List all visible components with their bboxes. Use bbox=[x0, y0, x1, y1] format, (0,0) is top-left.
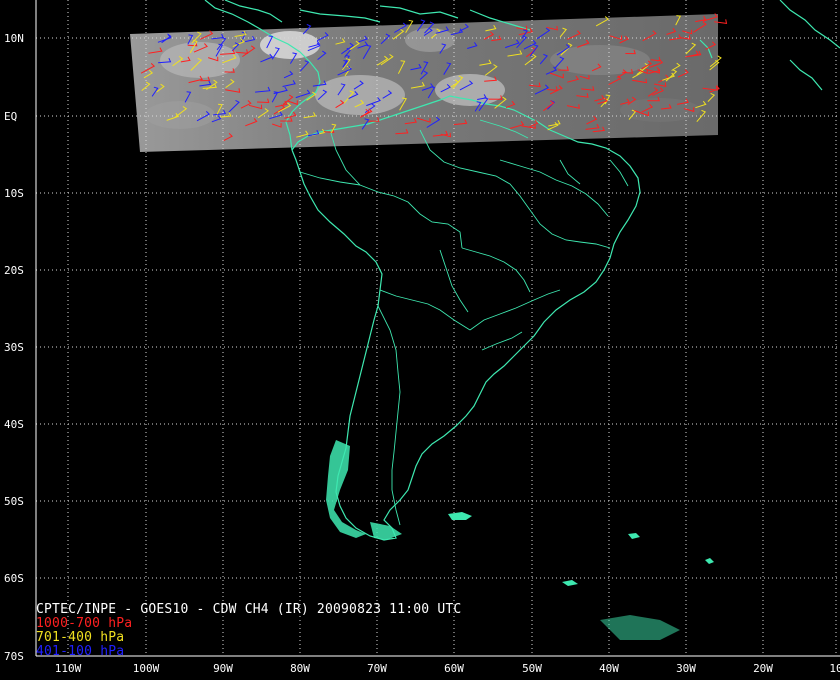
legend-level-low: 1000-700 hPa bbox=[36, 616, 133, 631]
latitude-label: 10S bbox=[4, 187, 24, 200]
legend-level-mid: 701-400 hPa bbox=[36, 630, 125, 645]
longitude-label: 110W bbox=[55, 662, 82, 675]
latitude-label: EQ bbox=[4, 110, 17, 123]
ir-satellite-strip bbox=[130, 14, 718, 152]
legend-title: CPTEC/INPE - GOES10 - CDW CH4 (IR) 20090… bbox=[36, 602, 462, 617]
longitude-label: 40W bbox=[599, 662, 619, 675]
longitude-label: 30W bbox=[676, 662, 696, 675]
longitude-label: 100W bbox=[133, 662, 160, 675]
legend-level-high: 401-100 hPa bbox=[36, 644, 125, 659]
satellite-wind-map: 10N EQ 10S 20S 30S 40S 50S 60S 70S 110W 100W 90W 80… bbox=[0, 0, 840, 680]
latitude-label: 20S bbox=[4, 264, 24, 277]
latitude-labels: 10N EQ 10S 20S 30S 40S 50S 60S 70S bbox=[4, 32, 24, 663]
latitude-label: 60S bbox=[4, 572, 24, 585]
longitude-label: 70W bbox=[367, 662, 387, 675]
longitude-label: 60W bbox=[444, 662, 464, 675]
latitude-label: 10N bbox=[4, 32, 24, 45]
latitude-label: 50S bbox=[4, 495, 24, 508]
longitude-label: 90W bbox=[213, 662, 233, 675]
latitude-label: 40S bbox=[4, 418, 24, 431]
longitude-label: 80W bbox=[290, 662, 310, 675]
map-legend: CPTEC/INPE - GOES10 - CDW CH4 (IR) 20090… bbox=[36, 603, 461, 659]
map-canvas: 10N EQ 10S 20S 30S 40S 50S 60S 70S 110W 100W 90W 80… bbox=[4, 0, 840, 675]
latitude-label: 70S bbox=[4, 650, 24, 663]
longitude-label: 20W bbox=[753, 662, 773, 675]
longitude-label: 10 bbox=[829, 662, 840, 675]
latitude-label: 30S bbox=[4, 341, 24, 354]
longitude-label: 50W bbox=[522, 662, 542, 675]
longitude-labels: 110W 100W 90W 80W 70W 60W 50W 40W 30W 20W 10 bbox=[55, 662, 840, 675]
